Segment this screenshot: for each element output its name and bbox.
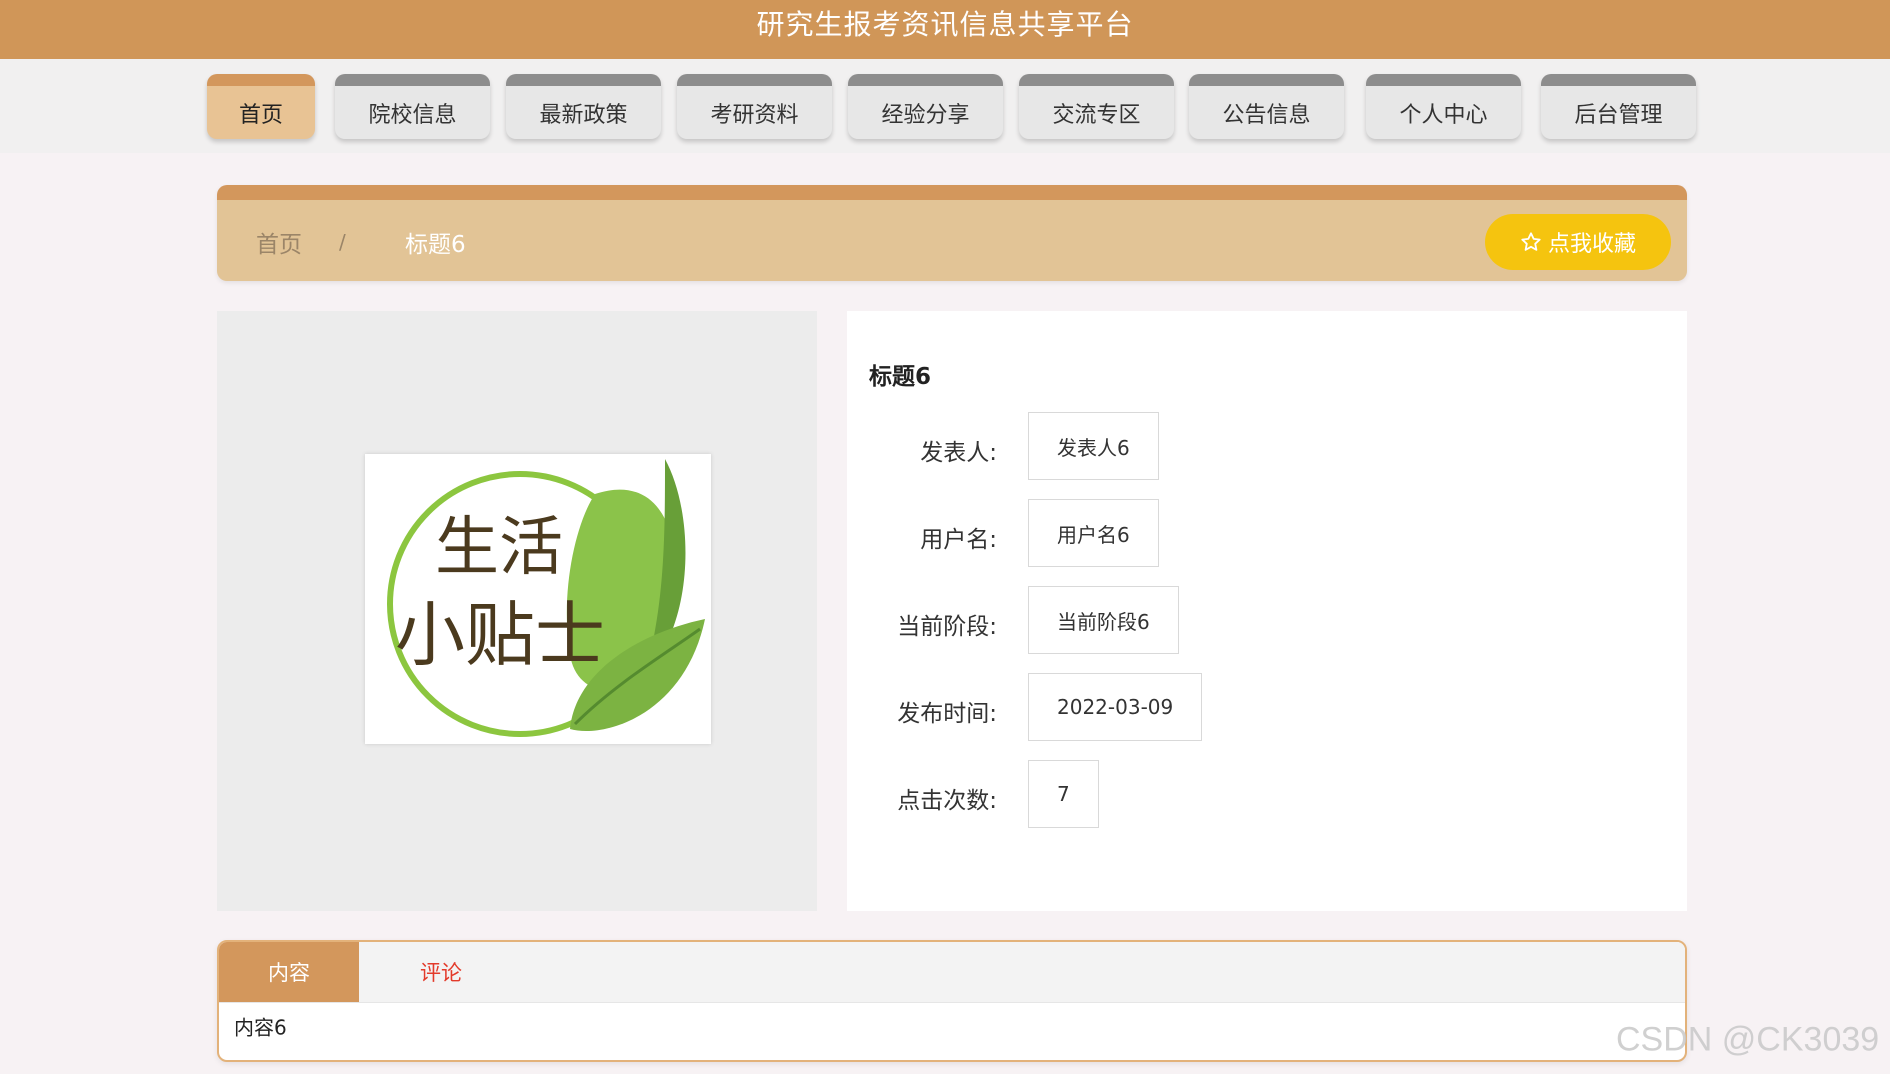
nav-item-school-info[interactable]: 院校信息 (335, 74, 490, 139)
watermark: CSDN @CK3039 (1616, 1020, 1880, 1059)
content-tabs: 内容 评论 内容6 (217, 940, 1687, 1062)
breadcrumb-separator: / (339, 230, 346, 254)
username-value: 用户名6 (1028, 499, 1159, 567)
top-header: 研究生报考资讯信息共享平台 (0, 0, 1890, 59)
life-tips-image: 生活 小贴士 (365, 454, 711, 744)
nav-item-exchange-zone[interactable]: 交流专区 (1019, 74, 1174, 139)
click-count-label: 点击次数: (897, 788, 997, 814)
favorite-button[interactable]: 点我收藏 (1485, 214, 1671, 270)
nav-item-personal-center[interactable]: 个人中心 (1366, 74, 1521, 139)
nav-item-latest-policy[interactable]: 最新政策 (506, 74, 661, 139)
breadcrumb: 首页 / 标题6 点我收藏 (217, 185, 1687, 281)
post-title: 标题6 (869, 364, 932, 390)
breadcrumb-current: 标题6 (405, 232, 466, 258)
nav-item-exam-materials[interactable]: 考研资料 (677, 74, 832, 139)
stage-value: 当前阶段6 (1028, 586, 1179, 654)
username-label: 用户名: (920, 527, 997, 553)
stage-label: 当前阶段: (897, 614, 997, 640)
image-text-line2: 小贴士 (395, 594, 605, 676)
image-text-line1: 生活 (435, 511, 563, 585)
favorite-button-label: 点我收藏 (1547, 231, 1636, 256)
star-icon (1520, 231, 1542, 253)
nav-item-experience-share[interactable]: 经验分享 (848, 74, 1003, 139)
nav-item-admin[interactable]: 后台管理 (1541, 74, 1696, 139)
nav-item-home[interactable]: 首页 (207, 74, 315, 139)
publish-time-value: 2022-03-09 (1028, 673, 1203, 741)
breadcrumb-home-link[interactable]: 首页 (256, 225, 302, 259)
image-panel: 生活 小贴士 (217, 311, 817, 911)
publish-time-label: 发布时间: (897, 701, 997, 727)
tab-content[interactable]: 内容 (219, 942, 359, 1002)
click-count-value: 7 (1028, 760, 1099, 828)
site-title: 研究生报考资讯信息共享平台 (756, 7, 1134, 41)
author-label: 发表人: (920, 440, 997, 466)
nav-item-announcements[interactable]: 公告信息 (1189, 74, 1344, 139)
detail-panel: 标题6 发表人: 发表人6 用户名: 用户名6 当前阶段: 当前阶段6 发布时间… (847, 311, 1687, 911)
tab-comments[interactable]: 评论 (371, 942, 511, 1002)
tab-body-text: 内容6 (234, 1015, 287, 1040)
author-value: 发表人6 (1028, 412, 1159, 480)
